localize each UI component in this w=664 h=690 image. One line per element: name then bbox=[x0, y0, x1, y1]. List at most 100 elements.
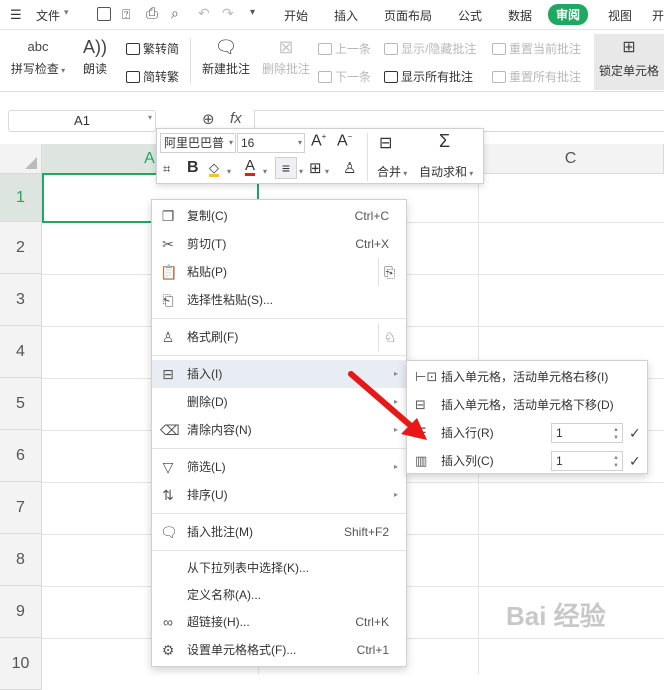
stepper-up-icon[interactable]: ▲ bbox=[613, 455, 619, 461]
font-size-field[interactable]: 16 ▾ bbox=[237, 133, 305, 153]
decrease-font-icon[interactable]: A− bbox=[337, 132, 352, 150]
sort-icon: ⇅ bbox=[162, 487, 174, 503]
autosum-icon[interactable]: Σ bbox=[439, 131, 450, 152]
fill-color-icon[interactable]: ◇ bbox=[209, 161, 219, 177]
tab-more[interactable]: 开 bbox=[652, 7, 664, 24]
file-dropdown-icon[interactable]: ▾ bbox=[64, 7, 69, 18]
borders-icon[interactable]: ⊞ bbox=[309, 159, 322, 177]
align-center-icon[interactable]: ≡ bbox=[275, 157, 297, 179]
merge-icon[interactable]: ⊟ bbox=[379, 133, 392, 153]
submenu-item-shift-down[interactable]: ⊟ 插入单元格，活动单元格下移(D) bbox=[407, 391, 647, 419]
name-box[interactable]: A1 bbox=[8, 110, 156, 132]
next-comment-button[interactable]: 下一条 bbox=[318, 68, 371, 85]
file-menu[interactable]: 文件 bbox=[36, 7, 60, 24]
font-color-dropdown-icon[interactable]: ▾ bbox=[263, 167, 267, 176]
delete-comment-button[interactable]: ⊠ 删除批注 bbox=[258, 34, 314, 77]
customize-icon[interactable]: ▾ bbox=[250, 7, 255, 18]
lock-cell-button[interactable]: ⊞ 锁定单元格 bbox=[594, 34, 664, 90]
fill-dropdown-icon[interactable]: ▾ bbox=[227, 167, 231, 176]
redo-icon[interactable]: ↷ bbox=[222, 5, 234, 22]
confirm-row-check-icon[interactable]: ✓ bbox=[629, 419, 641, 447]
row-header-1[interactable]: 1 bbox=[0, 174, 42, 222]
read-aloud-button[interactable]: A)) 朗读 bbox=[78, 34, 112, 77]
menu-item-format-painter[interactable]: ♙ 格式刷(F) ♘ bbox=[152, 323, 406, 351]
submenu-item-shift-right[interactable]: ⊢⊡ 插入单元格，活动单元格右移(I) bbox=[407, 363, 647, 391]
submenu-item-insert-column[interactable]: ▥ 插入列(C) 1 ▲ ▼ ✓ bbox=[407, 447, 647, 475]
prev-comment-button[interactable]: 上一条 bbox=[318, 40, 371, 57]
select-all-corner[interactable] bbox=[0, 144, 42, 174]
stepper-down-icon[interactable]: ▼ bbox=[613, 463, 619, 469]
row-header-8[interactable]: 8 bbox=[0, 534, 42, 586]
merge-button[interactable]: 合并 ▾ bbox=[377, 163, 407, 180]
insert-submenu: ⊢⊡插入单元格，活动单元格右移(I) ⊟插入单元格，活动单元格下移(D) ☰插入… bbox=[406, 360, 648, 474]
row-count-stepper[interactable]: 1 ▲ ▼ bbox=[551, 423, 623, 443]
menu-item-define-name[interactable]: 定义名称(A)... bbox=[152, 581, 406, 609]
font-dropdown-icon: ▾ bbox=[228, 138, 233, 147]
menu-item-paste[interactable]: 📋 粘贴(P) ⎘ bbox=[152, 258, 406, 286]
submenu-item-insert-row[interactable]: ☰插入行(R) 1▲▼ ✓ bbox=[407, 419, 647, 447]
save-icon[interactable] bbox=[97, 7, 111, 21]
submenu-label: 插入列(C) bbox=[441, 454, 494, 468]
row-header-5[interactable]: 5 bbox=[0, 378, 42, 430]
menu-item-paste-special[interactable]: ⎗ 选择性粘贴(S)... bbox=[152, 286, 406, 314]
format-painter-icon[interactable]: ♙ bbox=[343, 159, 356, 177]
print-icon[interactable]: ⎙ bbox=[146, 5, 158, 22]
menu-item-hyperlink[interactable]: ∞ 超链接(H)... Ctrl+K bbox=[152, 608, 406, 636]
tab-insert[interactable]: 插入 bbox=[334, 7, 358, 24]
tab-data[interactable]: 数据 bbox=[508, 7, 532, 24]
spellcheck-button[interactable]: abc 拼写检查 ▾ bbox=[10, 34, 66, 77]
undo-icon[interactable]: ↶ bbox=[198, 5, 210, 22]
increase-font-icon[interactable]: A+ bbox=[311, 132, 326, 150]
trad-to-simp-button[interactable]: 繁转简 bbox=[126, 40, 179, 57]
preview-icon[interactable]: ⌕ bbox=[171, 5, 179, 22]
menu-item-pick-from-list[interactable]: 从下拉列表中选择(K)... bbox=[152, 554, 406, 582]
menu-item-format-cells[interactable]: ⚙ 设置单元格格式(F)... Ctrl+1 bbox=[152, 636, 406, 664]
new-comment-button[interactable]: 🗨 新建批注 bbox=[198, 34, 254, 77]
autosum-button[interactable]: 自动求和 ▾ bbox=[419, 163, 473, 180]
borders-dropdown-icon[interactable]: ▾ bbox=[325, 167, 329, 176]
zoom-icon[interactable]: ⊕ bbox=[202, 110, 215, 128]
font-color-icon[interactable]: A bbox=[245, 158, 256, 176]
bold-icon[interactable]: B bbox=[187, 159, 199, 177]
name-box-dropdown-icon[interactable]: ▾ bbox=[148, 113, 152, 122]
tab-home[interactable]: 开始 bbox=[284, 7, 308, 24]
align-dropdown-icon[interactable]: ▾ bbox=[299, 167, 303, 176]
row-header-3[interactable]: 3 bbox=[0, 274, 42, 326]
row-header-7[interactable]: 7 bbox=[0, 482, 42, 534]
tab-page-layout[interactable]: 页面布局 bbox=[384, 7, 432, 24]
menu-item-insert-comment[interactable]: 🗨 插入批注(M) Shift+F2 bbox=[152, 518, 406, 546]
menu-label: 剪切(T) bbox=[187, 237, 227, 251]
confirm-column-check-icon[interactable]: ✓ bbox=[629, 447, 641, 475]
menu-item-filter[interactable]: ▽ 筛选(L) ▸ bbox=[152, 453, 406, 481]
comment-icon: 🗨 bbox=[160, 524, 178, 540]
stepper-down-icon[interactable]: ▼ bbox=[613, 435, 619, 441]
show-all-comments-button[interactable]: 显示所有批注 bbox=[384, 68, 473, 85]
row-header-10[interactable]: 10 bbox=[0, 638, 42, 690]
format-painter-pin-icon[interactable]: ♘ bbox=[384, 323, 397, 351]
tab-view[interactable]: 视图 bbox=[608, 7, 632, 24]
paste-options-icon[interactable]: ⎘ bbox=[384, 258, 395, 286]
share-icon[interactable]: ⍰ bbox=[122, 6, 130, 23]
row-header-6[interactable]: 6 bbox=[0, 430, 42, 482]
reset-all-comments-button[interactable]: 重置所有批注 bbox=[492, 68, 581, 85]
show-hide-comment-button[interactable]: 显示/隐藏批注 bbox=[384, 40, 476, 57]
tab-formulas[interactable]: 公式 bbox=[458, 7, 482, 24]
menu-item-sort[interactable]: ⇅ 排序(U) ▸ bbox=[152, 481, 406, 509]
fx-icon[interactable]: fx bbox=[230, 110, 242, 127]
prev-icon bbox=[318, 43, 332, 55]
row-header-4[interactable]: 4 bbox=[0, 326, 42, 378]
submenu-label: 插入单元格，活动单元格右移(I) bbox=[441, 370, 609, 384]
row-header-9[interactable]: 9 bbox=[0, 586, 42, 638]
reset-current-comment-button[interactable]: 重置当前批注 bbox=[492, 40, 581, 57]
font-name-field[interactable]: 阿里巴巴普 ▾ bbox=[160, 133, 236, 153]
menu-item-copy[interactable]: ❐ 复制(C) Ctrl+C bbox=[152, 202, 406, 230]
column-count-stepper[interactable]: 1 ▲ ▼ bbox=[551, 451, 623, 471]
tab-review[interactable]: 审阅 bbox=[548, 4, 589, 25]
hamburger-icon[interactable]: ☰ bbox=[10, 7, 22, 23]
select-icon[interactable]: ⌗ bbox=[163, 161, 170, 177]
menu-item-cut[interactable]: ✂ 剪切(T) Ctrl+X bbox=[152, 230, 406, 258]
row-header-2[interactable]: 2 bbox=[0, 222, 42, 274]
simp-to-trad-button[interactable]: 简转繁 bbox=[126, 68, 179, 85]
column-header-c[interactable]: C bbox=[478, 144, 664, 174]
stepper-up-icon[interactable]: ▲ bbox=[613, 427, 619, 433]
